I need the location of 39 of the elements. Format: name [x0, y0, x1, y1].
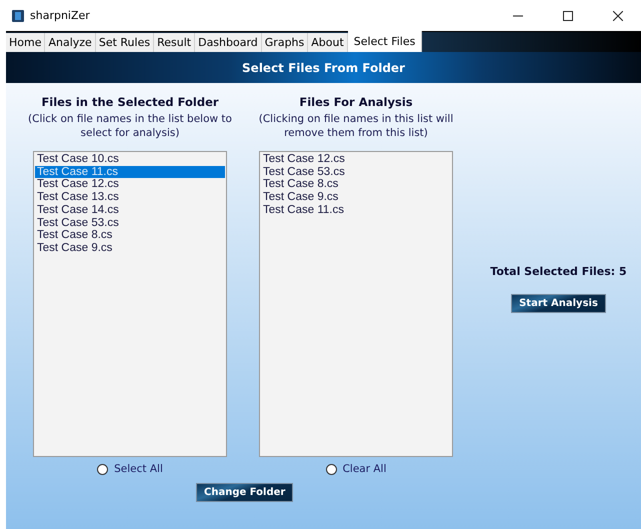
radio-button[interactable] [326, 464, 337, 474]
close-icon[interactable] [613, 10, 623, 20]
panel-heading: Files in the Selected Folder [41, 95, 219, 109]
file-item[interactable]: Test Case 9.cs [35, 242, 225, 255]
radio-label[interactable]: Select All [114, 463, 163, 475]
banner-title: Select Files From Folder [242, 60, 405, 74]
maximize-icon[interactable] [563, 10, 573, 20]
file-item[interactable]: Test Case 14.cs [35, 204, 225, 217]
radio-label[interactable]: Clear All [342, 463, 386, 475]
file-item[interactable]: Test Case 9.cs [261, 191, 451, 204]
file-item[interactable]: Test Case 12.cs [35, 178, 225, 192]
file-item[interactable]: Test Case 12.cs [261, 153, 451, 166]
app-icon [12, 8, 24, 22]
tab[interactable]: Set Rules [96, 33, 154, 52]
tab[interactable]: Dashboard [195, 33, 262, 52]
total-label: Total Selected Files: 5 [490, 265, 627, 278]
radio-button[interactable] [97, 464, 108, 474]
tab[interactable]: Analyze [45, 33, 96, 52]
panel-hint: (Clicking on file names in this list will remove them from this list) [258, 112, 454, 140]
change-folder-button[interactable]: Change Folder [196, 483, 294, 502]
file-item[interactable]: Test Case 8.cs [261, 178, 451, 192]
file-item[interactable]: Test Case 53.cs [35, 216, 225, 230]
file-item[interactable]: Test Case 10.cs [35, 153, 225, 166]
panel-heading: Files For Analysis [299, 95, 413, 109]
file-item[interactable]: Test Case 53.cs [261, 166, 451, 178]
start-analysis-button[interactable]: Start Analysis [511, 294, 606, 313]
panel-hint: (Click on file names in the list below to select for analysis) [27, 112, 233, 140]
file-item[interactable]: Test Case 8.cs [35, 229, 225, 242]
file-list[interactable]: Test Case 10.cs Test Case 11.cs Test Case 12.cs Test Case 13.cs Test Case 14.cs Test Case 53.cs Test Case 8.cs Test Case 9.cs [33, 151, 227, 457]
file-item[interactable]: Test Case 11.cs [261, 204, 451, 217]
file-item[interactable]: Test Case 11.cs [35, 166, 225, 178]
window-title: sharpniZer [30, 9, 90, 22]
file-item[interactable]: Test Case 13.cs [35, 191, 225, 204]
tab[interactable]: Result [154, 33, 196, 52]
tab[interactable]: About [308, 33, 348, 52]
tab[interactable]: Graphs [262, 33, 308, 52]
tab[interactable]: Select Files [348, 31, 422, 52]
file-list[interactable]: Test Case 12.cs Test Case 53.cs Test Case 8.cs Test Case 9.cs Test Case 11.cs [259, 151, 453, 457]
tab[interactable]: Home [6, 33, 46, 52]
